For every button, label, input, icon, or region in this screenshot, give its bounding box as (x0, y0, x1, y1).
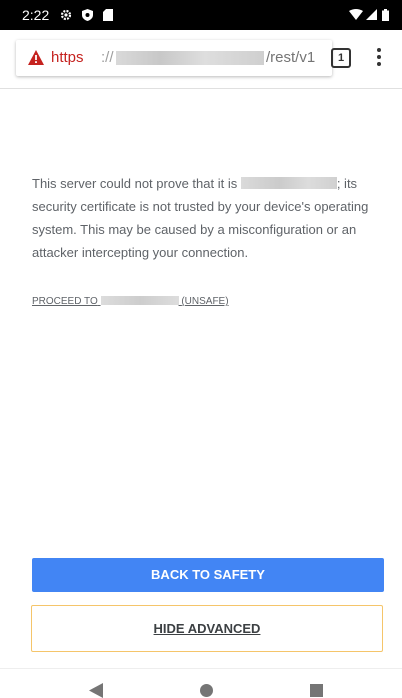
browser-toolbar: https :// /rest/v1 1 (0, 30, 402, 89)
tab-switcher-button[interactable]: 1 (331, 48, 351, 68)
recents-square-icon[interactable] (310, 684, 323, 697)
url-separator: :// (101, 49, 114, 66)
wifi-icon (349, 9, 363, 20)
status-bar: 2:22 (0, 0, 402, 30)
settings-icon (60, 9, 72, 21)
battery-icon (382, 9, 389, 21)
status-time: 2:22 (22, 7, 50, 23)
more-vert-icon[interactable] (371, 45, 387, 69)
sd-card-icon (103, 9, 113, 21)
message-before: This server could not prove that it is (32, 176, 238, 191)
chrome-ssl-interstitial-screen: 2:22 https:// /rest/v1 1 This server co… (0, 0, 402, 698)
redacted-hostname-inline (240, 177, 337, 189)
shield-icon (82, 9, 93, 21)
proceed-unsafe-link[interactable]: PROCEED TO (UNSAFE) (32, 296, 229, 307)
url-scheme: https (51, 49, 84, 66)
url-path: /rest/v1 (266, 49, 316, 66)
omnibox[interactable]: https :// /rest/v1 (16, 40, 332, 76)
not-secure-warning-icon[interactable] (28, 50, 44, 65)
hide-advanced-button[interactable]: HIDE ADVANCED (31, 605, 383, 652)
home-circle-icon[interactable] (200, 684, 213, 697)
ssl-error-message: This server could not prove that it is ;… (32, 172, 382, 264)
hide-advanced-label: HIDE ADVANCED (153, 621, 261, 636)
proceed-prefix: PROCEED TO (32, 296, 98, 307)
redacted-hostname (116, 51, 264, 65)
back-to-safety-button[interactable]: BACK TO SAFETY (32, 558, 384, 592)
signal-icon (366, 9, 377, 20)
proceed-suffix: (UNSAFE) (181, 296, 229, 307)
back-triangle-icon[interactable] (89, 683, 103, 698)
system-nav-bar (0, 668, 402, 698)
redacted-hostname-link (100, 296, 179, 305)
